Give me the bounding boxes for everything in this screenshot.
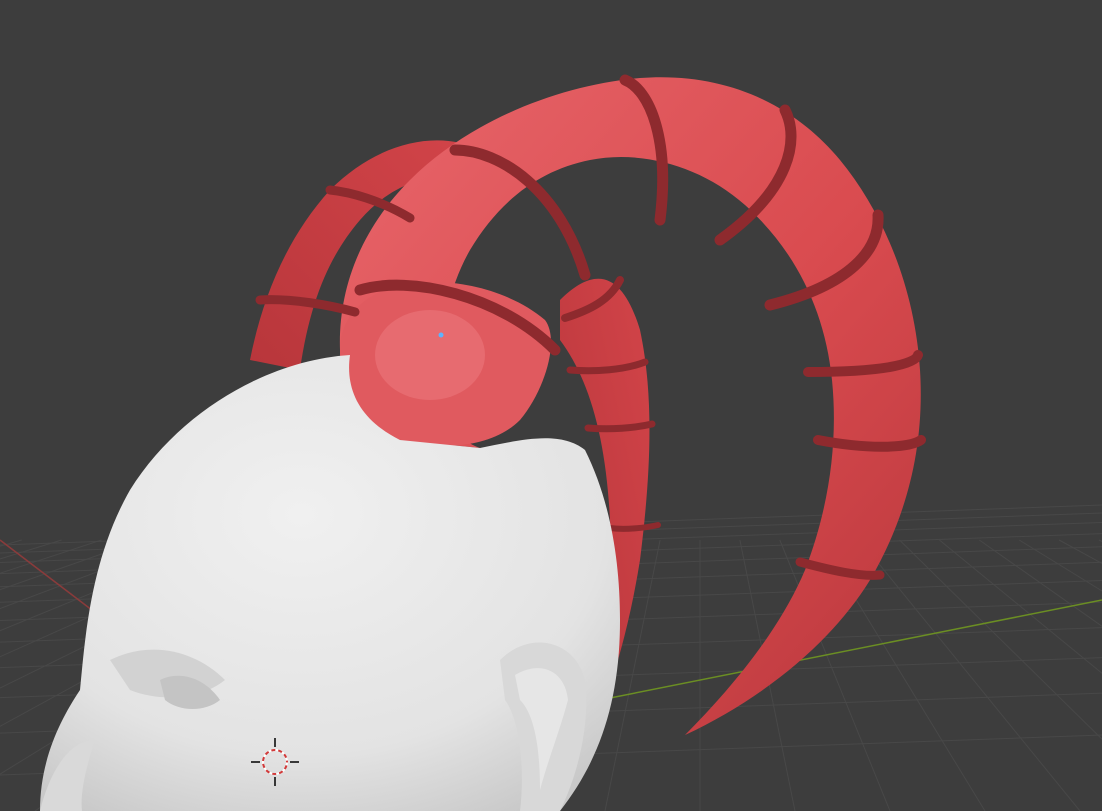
y-axis-line — [599, 599, 1102, 701]
head-mesh[interactable] — [40, 355, 620, 811]
viewport-scene[interactable] — [0, 0, 1102, 811]
x-axis-line — [0, 539, 106, 621]
origin-point — [438, 332, 444, 338]
3d-viewport[interactable] — [0, 0, 1102, 811]
